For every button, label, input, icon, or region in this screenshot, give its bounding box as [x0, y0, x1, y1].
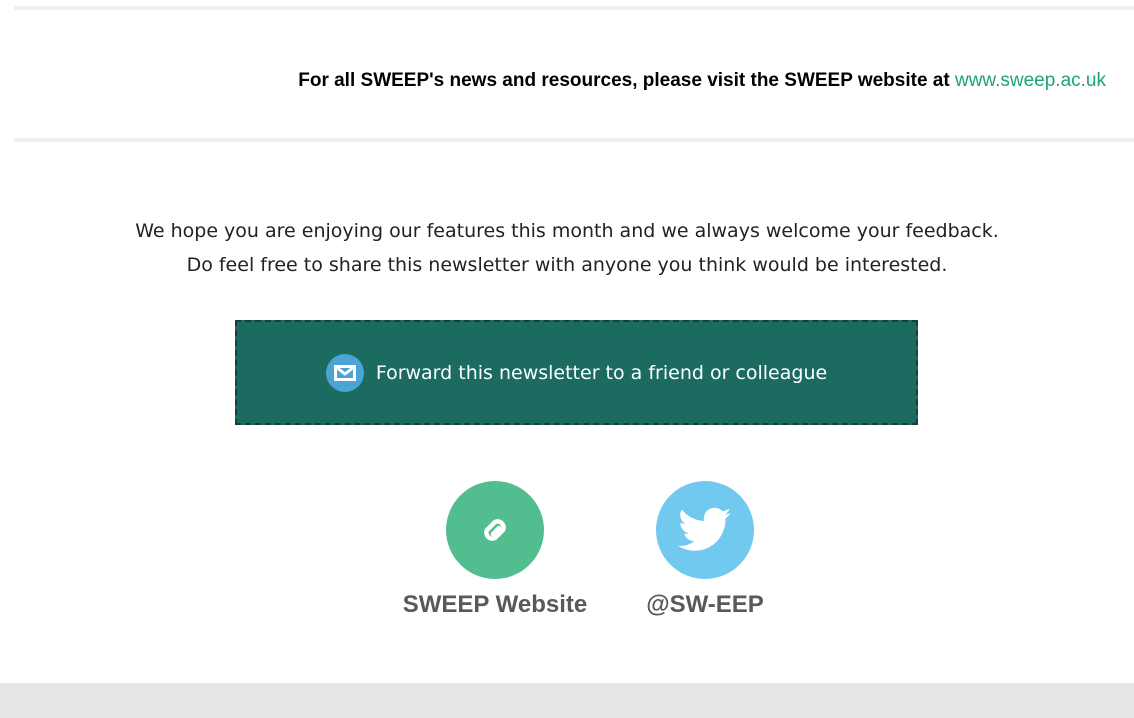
middle-divider	[14, 138, 1134, 142]
social-links: SWEEP Website @SW-EEP	[0, 481, 1134, 618]
top-divider	[14, 6, 1134, 10]
twitter-handle-label: @SW-EEP	[646, 591, 764, 618]
footer-band	[0, 683, 1134, 718]
website-link[interactable]: www.sweep.ac.uk	[955, 70, 1106, 91]
visit-banner: For all SWEEP's news and resources, plea…	[0, 70, 1106, 92]
forward-button-content: Forward this newsletter to a friend or c…	[325, 353, 828, 392]
twitter-link[interactable]: @SW-EEP	[632, 481, 778, 619]
message-line-1: We hope you are enjoying our features th…	[135, 220, 999, 242]
newsletter-footer: For all SWEEP's news and resources, plea…	[0, 0, 1134, 718]
sweep-website-link[interactable]: SWEEP Website	[378, 481, 612, 619]
twitter-icon	[656, 481, 754, 579]
message-line-2: Do feel free to share this newsletter wi…	[186, 254, 948, 276]
mail-icon	[325, 353, 364, 392]
visit-banner-text: For all SWEEP's news and resources, plea…	[298, 70, 950, 91]
feedback-message: We hope you are enjoying our features th…	[0, 214, 1134, 282]
sweep-website-label: SWEEP Website	[402, 591, 588, 618]
forward-button-label: Forward this newsletter to a friend or c…	[375, 361, 828, 384]
link-icon	[446, 481, 544, 579]
forward-newsletter-button[interactable]: Forward this newsletter to a friend or c…	[235, 320, 918, 425]
